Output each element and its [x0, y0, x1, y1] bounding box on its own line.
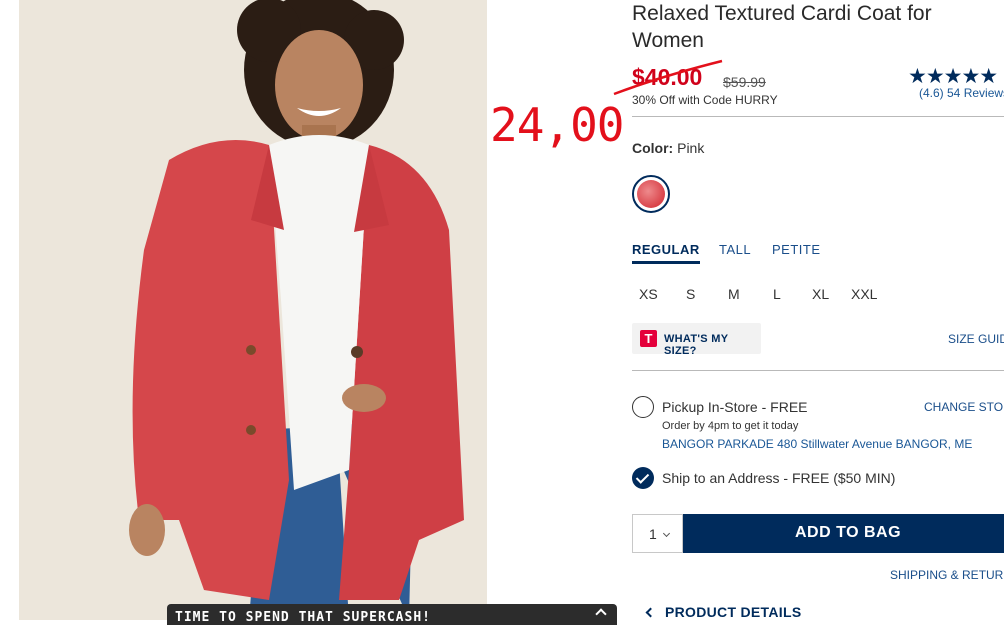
size-option-m[interactable]: M	[728, 286, 740, 302]
size-option-xs[interactable]: XS	[639, 286, 658, 302]
price-strike-annotation	[613, 59, 723, 96]
ship-label[interactable]: Ship to an Address - FREE ($50 MIN)	[662, 470, 895, 486]
quantity-value: 1	[649, 526, 657, 542]
quantity-select[interactable]: 1	[632, 514, 683, 553]
size-guide-link[interactable]: SIZE GUIDE	[948, 332, 1004, 346]
pickup-cutoff-text: Order by 4pm to get it today	[662, 420, 799, 432]
store-address-link[interactable]: BANGOR PARKADE 480 Stillwater Avenue BAN…	[662, 437, 972, 451]
product-details-toggle[interactable]: PRODUCT DETAILS	[665, 604, 801, 620]
ship-radio-checked[interactable]	[632, 467, 654, 489]
product-page: TIME TO SPEND THAT SUPERCASH! Relaxed Te…	[0, 0, 1004, 625]
product-image[interactable]	[19, 0, 487, 620]
whats-my-size-button[interactable]: T WHAT'S MY SIZE?	[632, 323, 761, 357]
fit-tab-petite[interactable]: PETITE	[772, 242, 821, 257]
true-fit-logo-icon: T	[640, 330, 657, 347]
divider	[632, 370, 1004, 371]
promo-banner-text: TIME TO SPEND THAT SUPERCASH!	[175, 610, 431, 625]
pickup-label[interactable]: Pickup In-Store - FREE	[662, 399, 808, 415]
size-option-l[interactable]: L	[773, 286, 781, 302]
product-title: Relaxed Textured Cardi Coat for Women	[632, 2, 932, 52]
size-option-xl[interactable]: XL	[812, 286, 829, 302]
fit-tab-regular[interactable]: REGULAR	[632, 242, 700, 264]
chevron-down-icon	[662, 529, 671, 538]
shipping-returns-link[interactable]: SHIPPING & RETURNS	[890, 568, 1004, 582]
whats-my-size-label: WHAT'S MY SIZE?	[664, 333, 729, 357]
divider	[632, 116, 1004, 117]
model-illustration	[19, 0, 487, 620]
chevron-up-icon[interactable]	[595, 608, 607, 620]
swatch-fill	[637, 180, 665, 208]
handwritten-price-annotation: 24,00	[490, 98, 624, 152]
change-store-link[interactable]: CHANGE STORE	[924, 400, 1004, 414]
color-label-key: Color:	[632, 140, 674, 156]
color-swatch-pink[interactable]	[632, 175, 670, 213]
size-option-xxl[interactable]: XXL	[851, 286, 877, 302]
fit-tab-tall[interactable]: TALL	[719, 242, 751, 257]
chevron-left-icon[interactable]	[645, 607, 656, 618]
original-price: $59.99	[723, 74, 766, 90]
color-label: Color: Pink	[632, 140, 704, 156]
pickup-radio[interactable]	[632, 396, 654, 418]
color-value: Pink	[677, 140, 705, 156]
size-option-s[interactable]: S	[686, 286, 695, 302]
supercash-banner[interactable]: TIME TO SPEND THAT SUPERCASH!	[167, 604, 617, 625]
rating-reviews-link[interactable]: (4.6) 54 Reviews	[919, 86, 1004, 100]
add-to-bag-button[interactable]: ADD TO BAG	[683, 514, 1004, 553]
